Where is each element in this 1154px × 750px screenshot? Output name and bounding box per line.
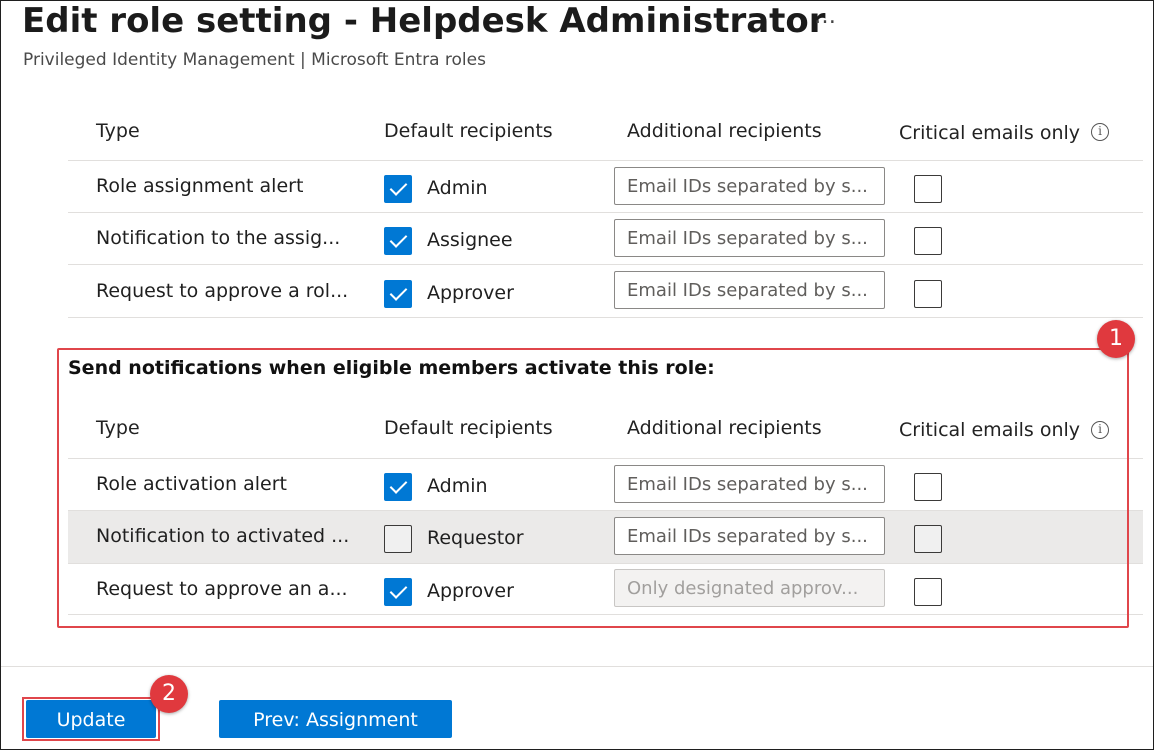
column-header-default-recipients: Default recipients: [384, 120, 553, 142]
recipient-label: Approver: [427, 282, 514, 304]
column-header-critical-emails: Critical emails only: [899, 122, 1081, 144]
update-button[interactable]: Update: [26, 700, 156, 738]
footer-divider: [1, 666, 1153, 667]
admin-checkbox[interactable]: [384, 175, 412, 203]
recipient-label: Assignee: [427, 229, 513, 251]
row-type-label: Request to approve a rol...: [96, 280, 349, 302]
additional-recipients-input[interactable]: [614, 167, 885, 205]
row-divider: [68, 317, 1143, 318]
assignee-checkbox[interactable]: [384, 227, 412, 255]
info-icon[interactable]: i: [1091, 123, 1109, 141]
critical-emails-checkbox[interactable]: [914, 280, 942, 308]
row-type-label: Notification to the assig...: [96, 227, 341, 249]
row-type-label: Role assignment alert: [96, 175, 304, 197]
breadcrumb-subtitle: Privileged Identity Management | Microso…: [23, 50, 486, 70]
callout-badge-2: 2: [150, 675, 188, 713]
critical-emails-checkbox[interactable]: [914, 175, 942, 203]
more-options-icon[interactable]: …: [814, 4, 837, 29]
recipient-label: Admin: [427, 177, 488, 199]
column-header-type: Type: [96, 120, 140, 142]
page-title: Edit role setting - Helpdesk Administrat…: [22, 1, 826, 41]
prev-assignment-button[interactable]: Prev: Assignment: [219, 700, 452, 738]
row-divider: [68, 212, 1143, 213]
callout-highlight-box: [57, 348, 1129, 628]
critical-emails-checkbox[interactable]: [914, 227, 942, 255]
callout-badge-1: 1: [1097, 320, 1135, 358]
additional-recipients-input[interactable]: [614, 271, 885, 309]
column-header-additional-recipients: Additional recipients: [627, 120, 822, 142]
additional-recipients-input[interactable]: [614, 219, 885, 257]
row-divider: [68, 264, 1143, 265]
row-divider: [68, 160, 1143, 161]
approver-checkbox[interactable]: [384, 280, 412, 308]
